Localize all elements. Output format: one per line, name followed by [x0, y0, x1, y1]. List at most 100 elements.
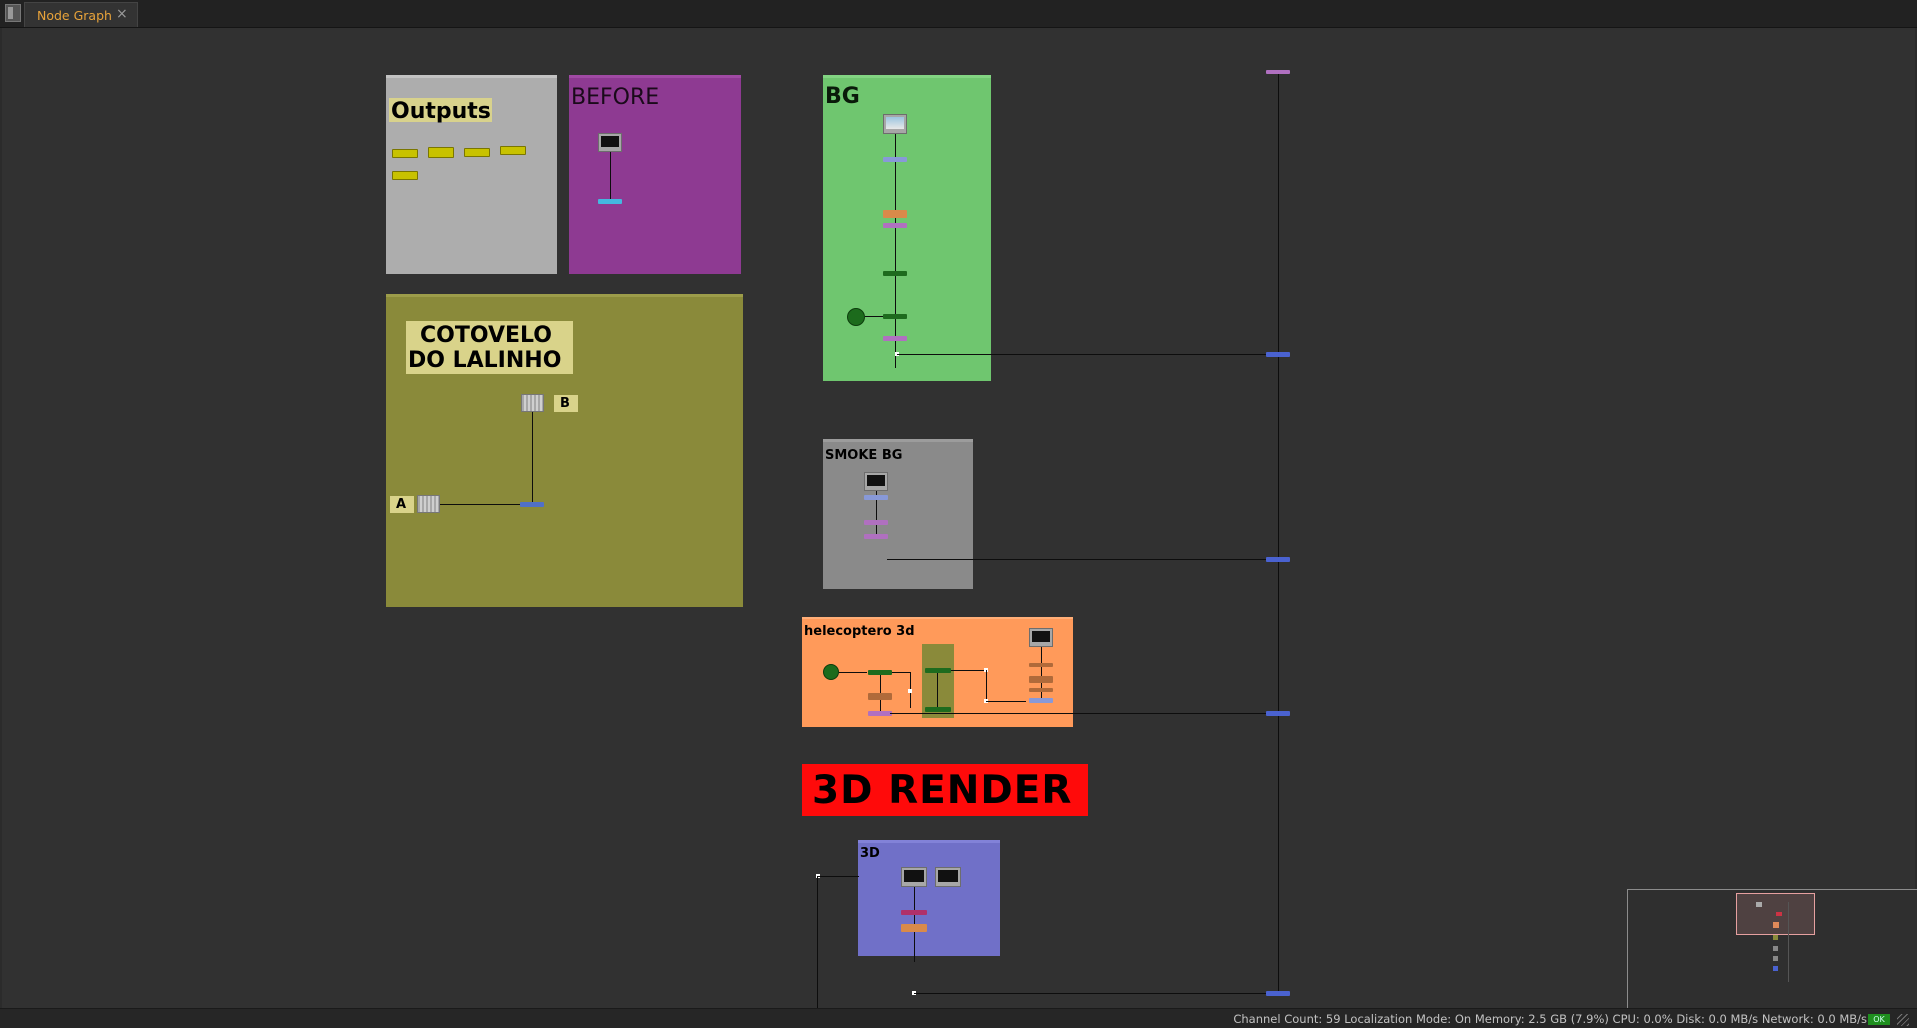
read-node[interactable] — [864, 472, 888, 491]
read-node[interactable] — [1029, 628, 1053, 647]
connection-wire — [937, 669, 938, 709]
transform-node[interactable] — [925, 668, 951, 673]
connection-wire — [895, 134, 896, 368]
read-node[interactable] — [901, 867, 927, 887]
merge-node[interactable] — [901, 910, 927, 915]
connection-wire — [610, 152, 611, 201]
connection-wire — [817, 876, 818, 1008]
read-node[interactable] — [598, 133, 622, 152]
reformat-node[interactable] — [1029, 698, 1053, 703]
dot-node[interactable] — [823, 664, 839, 680]
merge-node[interactable] — [883, 336, 907, 341]
grade-node[interactable] — [1029, 688, 1053, 692]
minimap-node — [1776, 912, 1782, 916]
constant-node[interactable] — [417, 495, 440, 513]
merge-node[interactable] — [1266, 70, 1290, 74]
status-text: Channel Count: 59 Localization Mode: On … — [1233, 1012, 1867, 1026]
viewer-node[interactable] — [598, 199, 622, 204]
merge-node[interactable] — [868, 711, 892, 716]
close-icon[interactable]: × — [116, 6, 128, 22]
grade-node[interactable] — [883, 210, 907, 218]
write-node[interactable] — [392, 149, 418, 158]
backdrop-title-line1: COTOVELO — [420, 323, 552, 348]
minimap-node — [1756, 902, 1762, 907]
nuke-window: Node Graph × Outputs BEFORE BG COTOVELO … — [0, 0, 1917, 1028]
outputs-title-sticky: Outputs — [389, 98, 492, 124]
minimap-node — [1773, 956, 1778, 961]
pane-menu-icon[interactable] — [5, 4, 21, 22]
merge-node[interactable] — [864, 520, 888, 525]
connection-wire — [986, 701, 1026, 702]
read-node[interactable] — [883, 114, 907, 134]
backdrop-3d-render: 3D RENDER — [802, 764, 1088, 816]
minimap-pipe — [1788, 902, 1789, 982]
dot-node[interactable] — [847, 308, 865, 326]
merge-node[interactable] — [1266, 991, 1290, 996]
backdrop-title: 3D RENDER — [812, 768, 1073, 813]
input-b-label: B — [554, 395, 578, 412]
write-node[interactable] — [392, 171, 418, 180]
grade-node[interactable] — [1029, 676, 1053, 683]
status-bar: Channel Count: 59 Localization Mode: On … — [0, 1008, 1917, 1028]
node-graph-canvas[interactable]: Outputs BEFORE BG COTOVELO DO LALINHO B … — [2, 28, 1917, 1028]
tab-label: Node Graph — [37, 8, 112, 23]
backdrop-title-line2: DO LALINHO — [408, 348, 562, 373]
connection-wire — [1041, 647, 1042, 701]
minimap-node — [1773, 946, 1778, 951]
backdrop-title: helecoptero 3d — [804, 624, 915, 639]
connection-wire — [532, 412, 533, 503]
status-ok-badge: OK — [1868, 1014, 1890, 1025]
connection-wire — [887, 559, 1268, 560]
main-pipe — [1278, 72, 1279, 996]
tab-node-graph[interactable]: Node Graph × — [24, 2, 138, 27]
backdrop-outputs[interactable]: Outputs — [386, 75, 557, 274]
backdrop-title: BG — [825, 84, 860, 109]
merge-node[interactable] — [1266, 352, 1290, 357]
connection-wire — [839, 672, 867, 673]
grade-node[interactable] — [1029, 663, 1053, 667]
connection-wire — [892, 672, 910, 673]
backdrop-helecoptero-3d[interactable]: helecoptero 3d — [802, 617, 1073, 727]
backdrop-cotovelo-do-lalinho[interactable]: COTOVELO DO LALINHO B A — [386, 294, 743, 607]
transform-node[interactable] — [883, 271, 907, 276]
connection-wire — [440, 504, 520, 505]
write-node[interactable] — [500, 146, 526, 155]
backdrop-bg[interactable]: BG — [823, 75, 991, 381]
backdrop-before[interactable]: BEFORE — [569, 75, 741, 274]
grade-node[interactable] — [901, 924, 927, 932]
merge-node[interactable] — [864, 534, 888, 539]
connection-wire — [890, 713, 1268, 714]
merge-node[interactable] — [1266, 557, 1290, 562]
connection-wire — [914, 993, 1268, 994]
resize-grip-icon[interactable] — [1897, 1014, 1909, 1026]
read-node[interactable] — [935, 867, 961, 887]
write-node[interactable] — [428, 147, 454, 158]
elbow-dot[interactable] — [908, 689, 912, 693]
grade-node[interactable] — [868, 693, 892, 700]
backdrop-smoke-bg[interactable]: SMOKE BG — [823, 439, 973, 589]
merge-node[interactable] — [520, 502, 544, 507]
pane-tab-bar: Node Graph × — [0, 0, 1917, 28]
transform-node[interactable] — [883, 314, 907, 319]
backdrop-title: Outputs — [391, 99, 491, 124]
backdrop-title: BEFORE — [571, 85, 660, 110]
connection-wire — [897, 354, 1268, 355]
merge-node[interactable] — [883, 223, 907, 228]
connection-wire — [986, 670, 987, 700]
minimap-node — [1773, 922, 1779, 928]
backdrop-title: SMOKE BG — [825, 448, 903, 463]
backdrop-3d[interactable]: 3D — [858, 840, 1000, 962]
transform-node[interactable] — [925, 707, 951, 712]
connection-wire — [818, 876, 859, 877]
cotovelo-title-sticky: COTOVELO DO LALINHO — [406, 321, 573, 374]
input-a-label: A — [390, 496, 414, 513]
backdrop-title: 3D — [860, 846, 880, 861]
minimap-node — [1773, 935, 1778, 940]
connection-wire — [951, 670, 984, 671]
reformat-node[interactable] — [864, 495, 888, 500]
merge-node[interactable] — [1266, 711, 1290, 716]
constant-node[interactable] — [521, 394, 544, 412]
write-node[interactable] — [464, 148, 490, 157]
reformat-node[interactable] — [883, 157, 907, 162]
minimap-node — [1773, 966, 1778, 971]
